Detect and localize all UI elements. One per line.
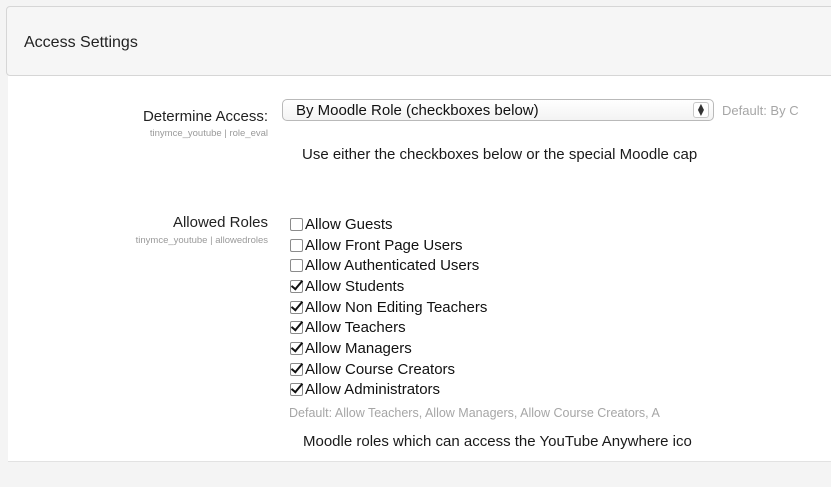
determine-access-setting-name: tinymce_youtube | role_eval — [149, 128, 268, 139]
section-title: Access Settings — [24, 34, 138, 51]
checkbox-checked[interactable] — [290, 362, 303, 376]
role-checkbox-item[interactable]: Allow Teachers — [290, 317, 487, 338]
determine-access-select[interactable]: By Moodle Role (checkboxes below) ▲ ▼ — [282, 99, 714, 121]
checkbox-checked[interactable] — [290, 279, 303, 293]
checkbox-unchecked[interactable] — [290, 259, 303, 273]
role-checkbox-item[interactable]: Allow Guests — [290, 214, 487, 235]
role-checkbox-label[interactable]: Allow Teachers — [305, 319, 406, 336]
role-checkbox-label[interactable]: Allow Students — [305, 278, 404, 295]
role-checkbox-label[interactable]: Allow Administrators — [305, 381, 440, 398]
checkbox-unchecked[interactable] — [290, 238, 303, 252]
select-updown-icon: ▲ ▼ — [693, 102, 709, 118]
allowed-roles-checkbox-list: Allow Guests Allow Front Page Users Allow … — [290, 214, 487, 400]
role-checkbox-label[interactable]: Allow Course Creators — [305, 361, 455, 378]
allowed-roles-default: Default: Allow Teachers, Allow Managers,… — [289, 406, 660, 420]
role-checkbox-label[interactable]: Allow Front Page Users — [305, 237, 463, 254]
determine-access-label: Determine Access: — [142, 108, 268, 125]
allowed-roles-label: Allowed Roles — [172, 214, 268, 231]
role-checkbox-item[interactable]: Allow Authenticated Users — [290, 255, 487, 276]
role-checkbox-item[interactable]: Allow Non Editing Teachers — [290, 297, 487, 318]
determine-access-default: Default: By C — [722, 103, 799, 118]
role-checkbox-label[interactable]: Allow Non Editing Teachers — [305, 299, 487, 316]
section-header-access-settings[interactable]: Access Settings — [6, 6, 831, 76]
allowed-roles-description: Moodle roles which can access the YouTub… — [303, 433, 692, 450]
role-checkbox-item[interactable]: Allow Administrators — [290, 380, 487, 401]
role-checkbox-item[interactable]: Allow Front Page Users — [290, 235, 487, 256]
checkbox-checked[interactable] — [290, 321, 303, 335]
checkbox-checked[interactable] — [290, 341, 303, 355]
checkbox-unchecked[interactable] — [290, 217, 303, 231]
role-checkbox-item[interactable]: Allow Students — [290, 276, 487, 297]
role-checkbox-item[interactable]: Allow Course Creators — [290, 359, 487, 380]
determine-access-description: Use either the checkboxes below or the s… — [302, 146, 698, 163]
role-checkbox-item[interactable]: Allow Managers — [290, 338, 487, 359]
role-checkbox-label[interactable]: Allow Authenticated Users — [305, 257, 479, 274]
role-checkbox-label[interactable]: Allow Managers — [305, 340, 412, 357]
allowed-roles-setting-name: tinymce_youtube | allowedroles — [135, 235, 268, 246]
determine-access-selected-value: By Moodle Role (checkboxes below) — [296, 102, 539, 119]
role-checkbox-label[interactable]: Allow Guests — [305, 216, 393, 233]
checkbox-checked[interactable] — [290, 300, 303, 314]
checkbox-checked[interactable] — [290, 383, 303, 397]
